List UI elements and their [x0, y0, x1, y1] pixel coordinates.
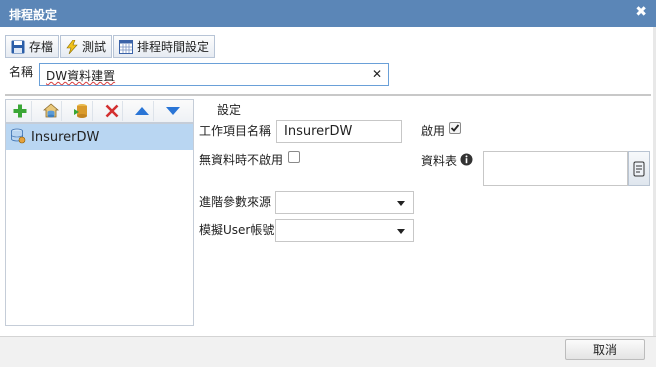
tree-toolbar [5, 99, 194, 123]
clear-icon[interactable]: ✕ [372, 67, 382, 81]
close-icon[interactable]: ✖ [635, 4, 647, 20]
data-table-edit-button[interactable] [628, 151, 650, 186]
data-table-textarea[interactable] [483, 151, 628, 186]
tree-item-insurerdw[interactable]: InsurerDW [6, 124, 193, 150]
move-up-icon[interactable] [132, 101, 154, 121]
task-tree-panel: InsurerDW [5, 123, 194, 326]
info-icon[interactable] [460, 153, 473, 169]
floppy-disk-icon [11, 40, 25, 54]
checkmark-icon [450, 124, 460, 132]
save-button[interactable]: 存檔 [5, 35, 60, 58]
advanced-param-source-select[interactable] [275, 191, 414, 214]
dropdown-arrow-icon [397, 201, 405, 206]
settings-title: 設定 [217, 103, 242, 117]
database-item-icon [10, 128, 26, 147]
no-data-disable-label: 無資料時不啟用 [199, 153, 284, 167]
lightning-icon [66, 39, 78, 54]
name-label: 名稱 [9, 65, 34, 79]
name-input[interactable]: DW資料建置 ✕ [39, 63, 389, 86]
enabled-label: 啟用 [421, 124, 446, 138]
task-name-input[interactable]: InsurerDW [276, 120, 402, 143]
database-house-icon[interactable] [41, 101, 62, 121]
add-icon[interactable] [10, 101, 32, 121]
simulate-user-select[interactable] [275, 219, 414, 242]
database-arrow-icon[interactable] [71, 101, 93, 121]
dialog-title: 排程設定 [9, 8, 58, 22]
no-data-disable-checkbox[interactable] [288, 151, 300, 163]
dialog-titlebar: 排程設定 ✖ [0, 0, 656, 27]
save-label: 存檔 [29, 40, 54, 54]
dialog-footer [0, 336, 656, 367]
script-edit-icon [633, 161, 645, 176]
test-label: 測試 [82, 40, 107, 54]
section-divider [5, 94, 651, 96]
dropdown-arrow-icon [397, 229, 405, 234]
main-toolbar: 存檔 測試 排程時間設定 [5, 35, 216, 58]
advanced-param-source-label: 進階參數來源 [199, 195, 272, 209]
name-input-value: DW資料建置 [46, 69, 116, 83]
cancel-button[interactable]: 取消 [565, 339, 645, 360]
enabled-checkbox[interactable] [449, 122, 461, 134]
calendar-icon [119, 39, 134, 54]
schedule-time-button[interactable]: 排程時間設定 [113, 35, 216, 58]
move-down-icon[interactable] [163, 101, 184, 121]
task-name-label: 工作項目名稱 [199, 124, 272, 138]
data-table-label: 資料表 [421, 154, 458, 168]
schedule-time-label: 排程時間設定 [137, 40, 210, 54]
tree-item-label: InsurerDW [31, 129, 100, 145]
test-button[interactable]: 測試 [60, 35, 113, 58]
delete-icon[interactable] [102, 101, 123, 121]
simulate-user-label: 模擬User帳號 [199, 223, 275, 237]
